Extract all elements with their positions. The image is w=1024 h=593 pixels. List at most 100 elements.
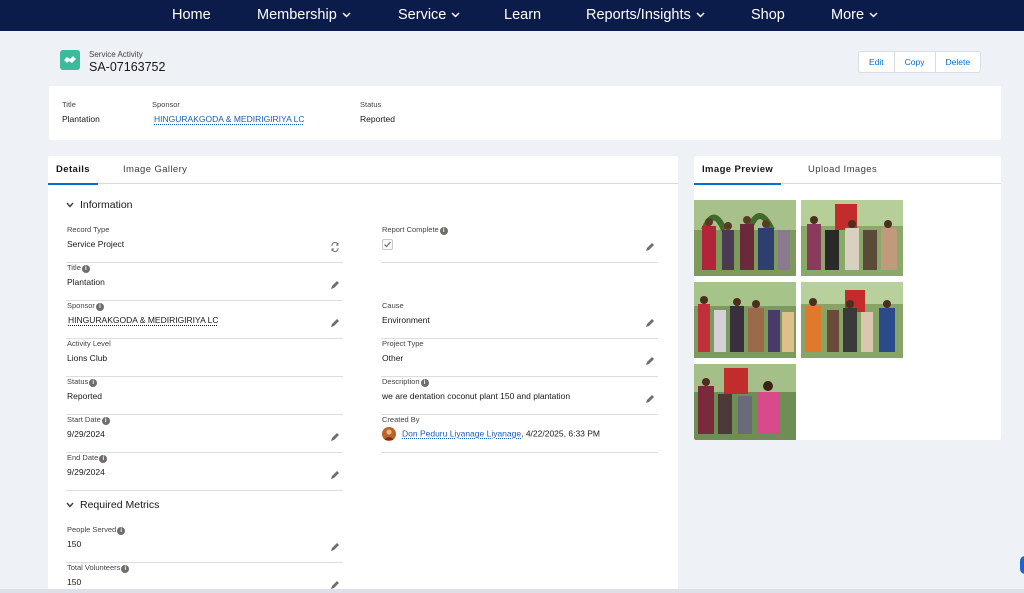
- total-volunteers-label-wrap: Total Volunteers i: [67, 563, 130, 573]
- field-created-by: Created By Don Peduru Liyanage Liyanage,…: [381, 415, 658, 453]
- status-value: Reported: [67, 391, 102, 401]
- report-complete-label-wrap: Report Complete i: [382, 225, 448, 235]
- report-complete-checkbox[interactable]: [382, 239, 393, 250]
- pencil-icon[interactable]: [330, 432, 340, 442]
- field-project-type: Project Type Other: [381, 339, 658, 377]
- created-by-date: , 4/22/2025, 6:33 PM: [521, 428, 601, 439]
- field-record-type: Record Type Service Project: [66, 225, 343, 263]
- chevron-down-icon: [342, 12, 351, 18]
- required-metrics-header-label: Required Metrics: [80, 499, 160, 511]
- nav-service[interactable]: Service: [398, 0, 460, 31]
- nav-reports-label: Reports/Insights: [586, 7, 691, 23]
- pencil-icon[interactable]: [330, 470, 340, 480]
- field-people-served: People Served i 150: [66, 525, 343, 563]
- info-icon[interactable]: i: [420, 379, 429, 387]
- info-icon[interactable]: i: [99, 455, 108, 463]
- nav-shop[interactable]: Shop: [751, 0, 785, 31]
- highlight-status-value: Reported: [360, 114, 395, 124]
- nav-membership-label: Membership: [257, 7, 337, 23]
- gallery-image-2[interactable]: [801, 200, 903, 276]
- info-icon[interactable]: i: [117, 527, 126, 535]
- tab-image-preview[interactable]: Image Preview: [694, 156, 782, 185]
- info-icon[interactable]: i: [101, 417, 110, 425]
- people-served-label: People Served: [67, 525, 117, 534]
- highlight-status-label: Status: [360, 100, 382, 109]
- pencil-icon[interactable]: [330, 318, 340, 328]
- pencil-icon[interactable]: [645, 356, 655, 366]
- highlight-title-value: Plantation: [62, 114, 100, 124]
- field-start-date: Start Date i 9/29/2024: [66, 415, 343, 453]
- people-served-value: 150: [67, 539, 82, 549]
- gallery-image-5[interactable]: [694, 364, 796, 440]
- created-by-value: Don Peduru Liyanage Liyanage, 4/22/2025,…: [382, 427, 600, 441]
- pencil-icon[interactable]: [645, 242, 655, 252]
- information-section-header[interactable]: Information: [66, 199, 133, 211]
- info-icon[interactable]: i: [121, 565, 130, 573]
- gallery-image-4[interactable]: [801, 282, 903, 358]
- field-activity-level: Activity Level Lions Club: [66, 339, 343, 377]
- end-date-label-wrap: End Date i: [67, 453, 108, 463]
- field-sponsor: Sponsor i HINGURAKGODA & MEDIRIGIRIYA LC: [66, 301, 343, 339]
- chevron-down-icon: [66, 502, 74, 508]
- record-actions: Edit Copy Delete: [858, 51, 982, 73]
- highlights-panel: Title Plantation Sponsor HINGURAKGODA & …: [49, 86, 1001, 140]
- avatar[interactable]: [382, 427, 396, 441]
- pencil-icon[interactable]: [330, 542, 340, 552]
- description-label: Description: [382, 377, 420, 386]
- created-by-user-link[interactable]: Don Peduru Liyanage Liyanage: [402, 428, 521, 438]
- info-icon[interactable]: i: [81, 265, 90, 273]
- start-date-label-wrap: Start Date i: [67, 415, 110, 425]
- nav-more[interactable]: More: [831, 0, 878, 31]
- field-description: Description i we are dentation coconut pl…: [381, 377, 658, 415]
- sponsor-link[interactable]: HINGURAKGODA & MEDIRIGIRIYA LC: [68, 315, 219, 325]
- pencil-icon[interactable]: [645, 394, 655, 404]
- change-record-type-icon[interactable]: [330, 242, 340, 252]
- chevron-down-icon: [451, 12, 460, 18]
- nav-more-label: More: [831, 7, 865, 23]
- info-icon[interactable]: i: [95, 303, 104, 311]
- nav-reports-insights[interactable]: Reports/Insights: [586, 0, 705, 31]
- top-navigation: Home Membership Service Learn Reports/In…: [0, 0, 1024, 31]
- gallery-image-3[interactable]: [694, 282, 796, 358]
- highlight-title-label: Title: [62, 100, 76, 109]
- required-metrics-section-header[interactable]: Required Metrics: [66, 499, 159, 511]
- status-label-wrap: Status i: [67, 377, 98, 387]
- project-type-value: Other: [382, 353, 404, 363]
- field-cause: Cause Environment: [381, 301, 658, 339]
- nav-service-label: Service: [398, 7, 447, 23]
- pencil-icon[interactable]: [330, 280, 340, 290]
- field-status: Status i Reported: [66, 377, 343, 415]
- title-label-wrap: Title i: [67, 263, 90, 273]
- start-date-label: Start Date: [67, 415, 101, 424]
- nav-membership[interactable]: Membership: [257, 0, 351, 31]
- delete-button[interactable]: Delete: [936, 52, 981, 72]
- info-icon[interactable]: i: [89, 379, 98, 387]
- nav-shop-label: Shop: [751, 7, 785, 23]
- tab-upload-images[interactable]: Upload Images: [808, 156, 877, 184]
- pencil-icon[interactable]: [645, 318, 655, 328]
- sponsor-label-wrap: Sponsor i: [67, 301, 104, 311]
- highlight-sponsor-link[interactable]: HINGURAKGODA & MEDIRIGIRIYA LC: [154, 114, 305, 124]
- cause-label: Cause: [382, 301, 404, 310]
- activity-level-label: Activity Level: [67, 339, 111, 348]
- help-widget[interactable]: [1020, 556, 1024, 574]
- record-type-value: Service Project: [67, 239, 125, 249]
- copy-button[interactable]: Copy: [895, 52, 936, 72]
- nav-learn[interactable]: Learn: [504, 0, 541, 31]
- start-date-value: 9/29/2024: [67, 429, 105, 439]
- information-header-label: Information: [80, 199, 133, 211]
- field-end-date: End Date i 9/29/2024: [66, 453, 343, 491]
- gallery-image-1[interactable]: [694, 200, 796, 276]
- people-served-label-wrap: People Served i: [67, 525, 126, 535]
- tab-image-gallery[interactable]: Image Gallery: [123, 156, 187, 184]
- chevron-down-icon: [869, 12, 878, 18]
- nav-learn-label: Learn: [504, 7, 542, 23]
- tab-details[interactable]: Details: [48, 156, 98, 185]
- project-type-label: Project Type: [382, 339, 424, 348]
- highlight-sponsor-label: Sponsor: [152, 100, 180, 109]
- info-icon[interactable]: i: [439, 227, 448, 235]
- description-value: we are dentation coconut plant 150 and p…: [382, 391, 571, 401]
- nav-home[interactable]: Home: [172, 0, 211, 31]
- edit-button[interactable]: Edit: [859, 52, 895, 72]
- nav-home-label: Home: [172, 7, 211, 23]
